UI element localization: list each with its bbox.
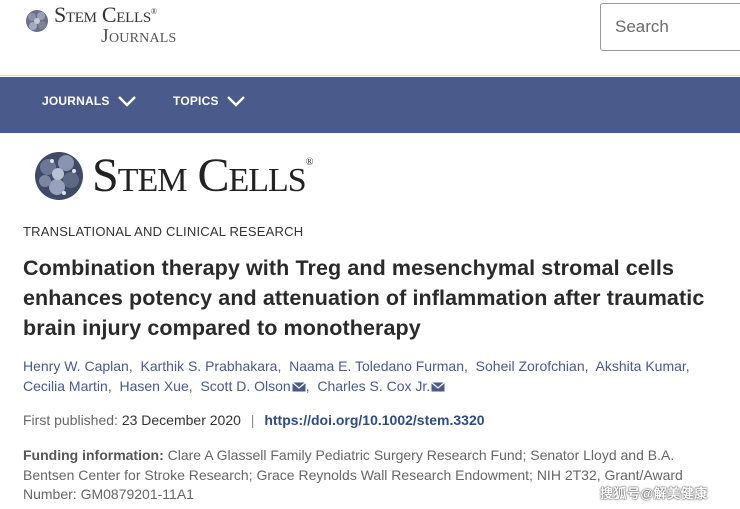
author-separator: , (463, 358, 468, 374)
chevron-down-icon (226, 96, 245, 107)
chevron-down-icon (117, 96, 136, 107)
author-link[interactable]: Cecilia Martin (23, 378, 108, 394)
search-box[interactable] (600, 3, 740, 51)
stem-cells-journals-logo[interactable]: Stem Cells® Journals (22, 4, 177, 46)
author-separator: , (584, 358, 589, 374)
author-separator: , (188, 378, 193, 394)
author-link[interactable]: Henry W. Caplan (23, 358, 129, 374)
author-list: Henry W. Caplan, Karthik S. Prabhakara, … (23, 356, 723, 396)
nav-topics-label: TOPICS (173, 94, 219, 108)
author-name: Soheil Zorofchian (475, 358, 585, 374)
search-input[interactable] (615, 17, 735, 37)
funding-label: Funding information: (23, 447, 164, 463)
logo-text-journals: Journals (101, 25, 177, 47)
doi-link[interactable]: https://doi.org/10.1002/stem.3320 (264, 412, 484, 428)
publication-info: First published: 23 December 2020 | http… (23, 412, 485, 428)
author-name: Hasen Xue (119, 378, 189, 394)
author-separator: , (128, 358, 133, 374)
author-name: Naama E. Toledano Furman (289, 358, 464, 374)
author-name: Cecilia Martin (23, 378, 108, 394)
author-name: Charles S. Cox Jr. (317, 378, 431, 394)
author-link[interactable]: Charles S. Cox Jr. (317, 377, 446, 394)
first-published-date: 23 December 2020 (121, 412, 241, 428)
author-name: Henry W. Caplan (23, 358, 129, 374)
article-title: Combination therapy with Treg and mesenc… (23, 256, 705, 340)
nav-journals-menu[interactable]: JOURNALS (42, 94, 138, 108)
journal-title: Stem Cells® (92, 149, 313, 202)
nav-topics-menu[interactable]: TOPICS (173, 94, 247, 108)
author-link[interactable]: Karthik S. Prabhakara (141, 358, 278, 374)
article-section-label: TRANSLATIONAL AND CLINICAL RESEARCH (23, 224, 304, 239)
author-link[interactable]: Soheil Zorofchian (476, 358, 585, 374)
author-link[interactable]: Scott D. Olson (200, 377, 306, 394)
author-link[interactable]: Hasen Xue (119, 378, 188, 394)
author-separator: , (305, 378, 310, 394)
author-name: Karthik S. Prabhakara (140, 358, 278, 374)
main-nav: JOURNALS TOPICS (0, 77, 740, 133)
author-name: Akshita Kumar (595, 358, 686, 374)
journal-masthead[interactable]: Stem Cells® (30, 147, 313, 205)
logo-text-stem-cells: Stem Cells® (54, 2, 157, 27)
author-separator: , (685, 358, 690, 374)
cell-cluster-icon (26, 10, 48, 32)
first-published-label: First published: (23, 412, 118, 428)
nav-journals-label: JOURNALS (42, 94, 110, 108)
author-link[interactable]: Akshita Kumar (596, 358, 686, 374)
author-separator: , (107, 378, 112, 394)
envelope-icon[interactable] (431, 377, 446, 392)
site-header: Stem Cells® Journals (0, 0, 740, 76)
envelope-icon[interactable] (291, 377, 306, 392)
cell-cluster-icon (35, 152, 83, 200)
separator: | (250, 412, 255, 428)
author-name: Scott D. Olson (200, 378, 291, 394)
author-link[interactable]: Naama E. Toledano Furman (289, 358, 464, 374)
author-separator: , (277, 358, 282, 374)
watermark-text: 搜狐号@解美健康 (600, 486, 708, 501)
